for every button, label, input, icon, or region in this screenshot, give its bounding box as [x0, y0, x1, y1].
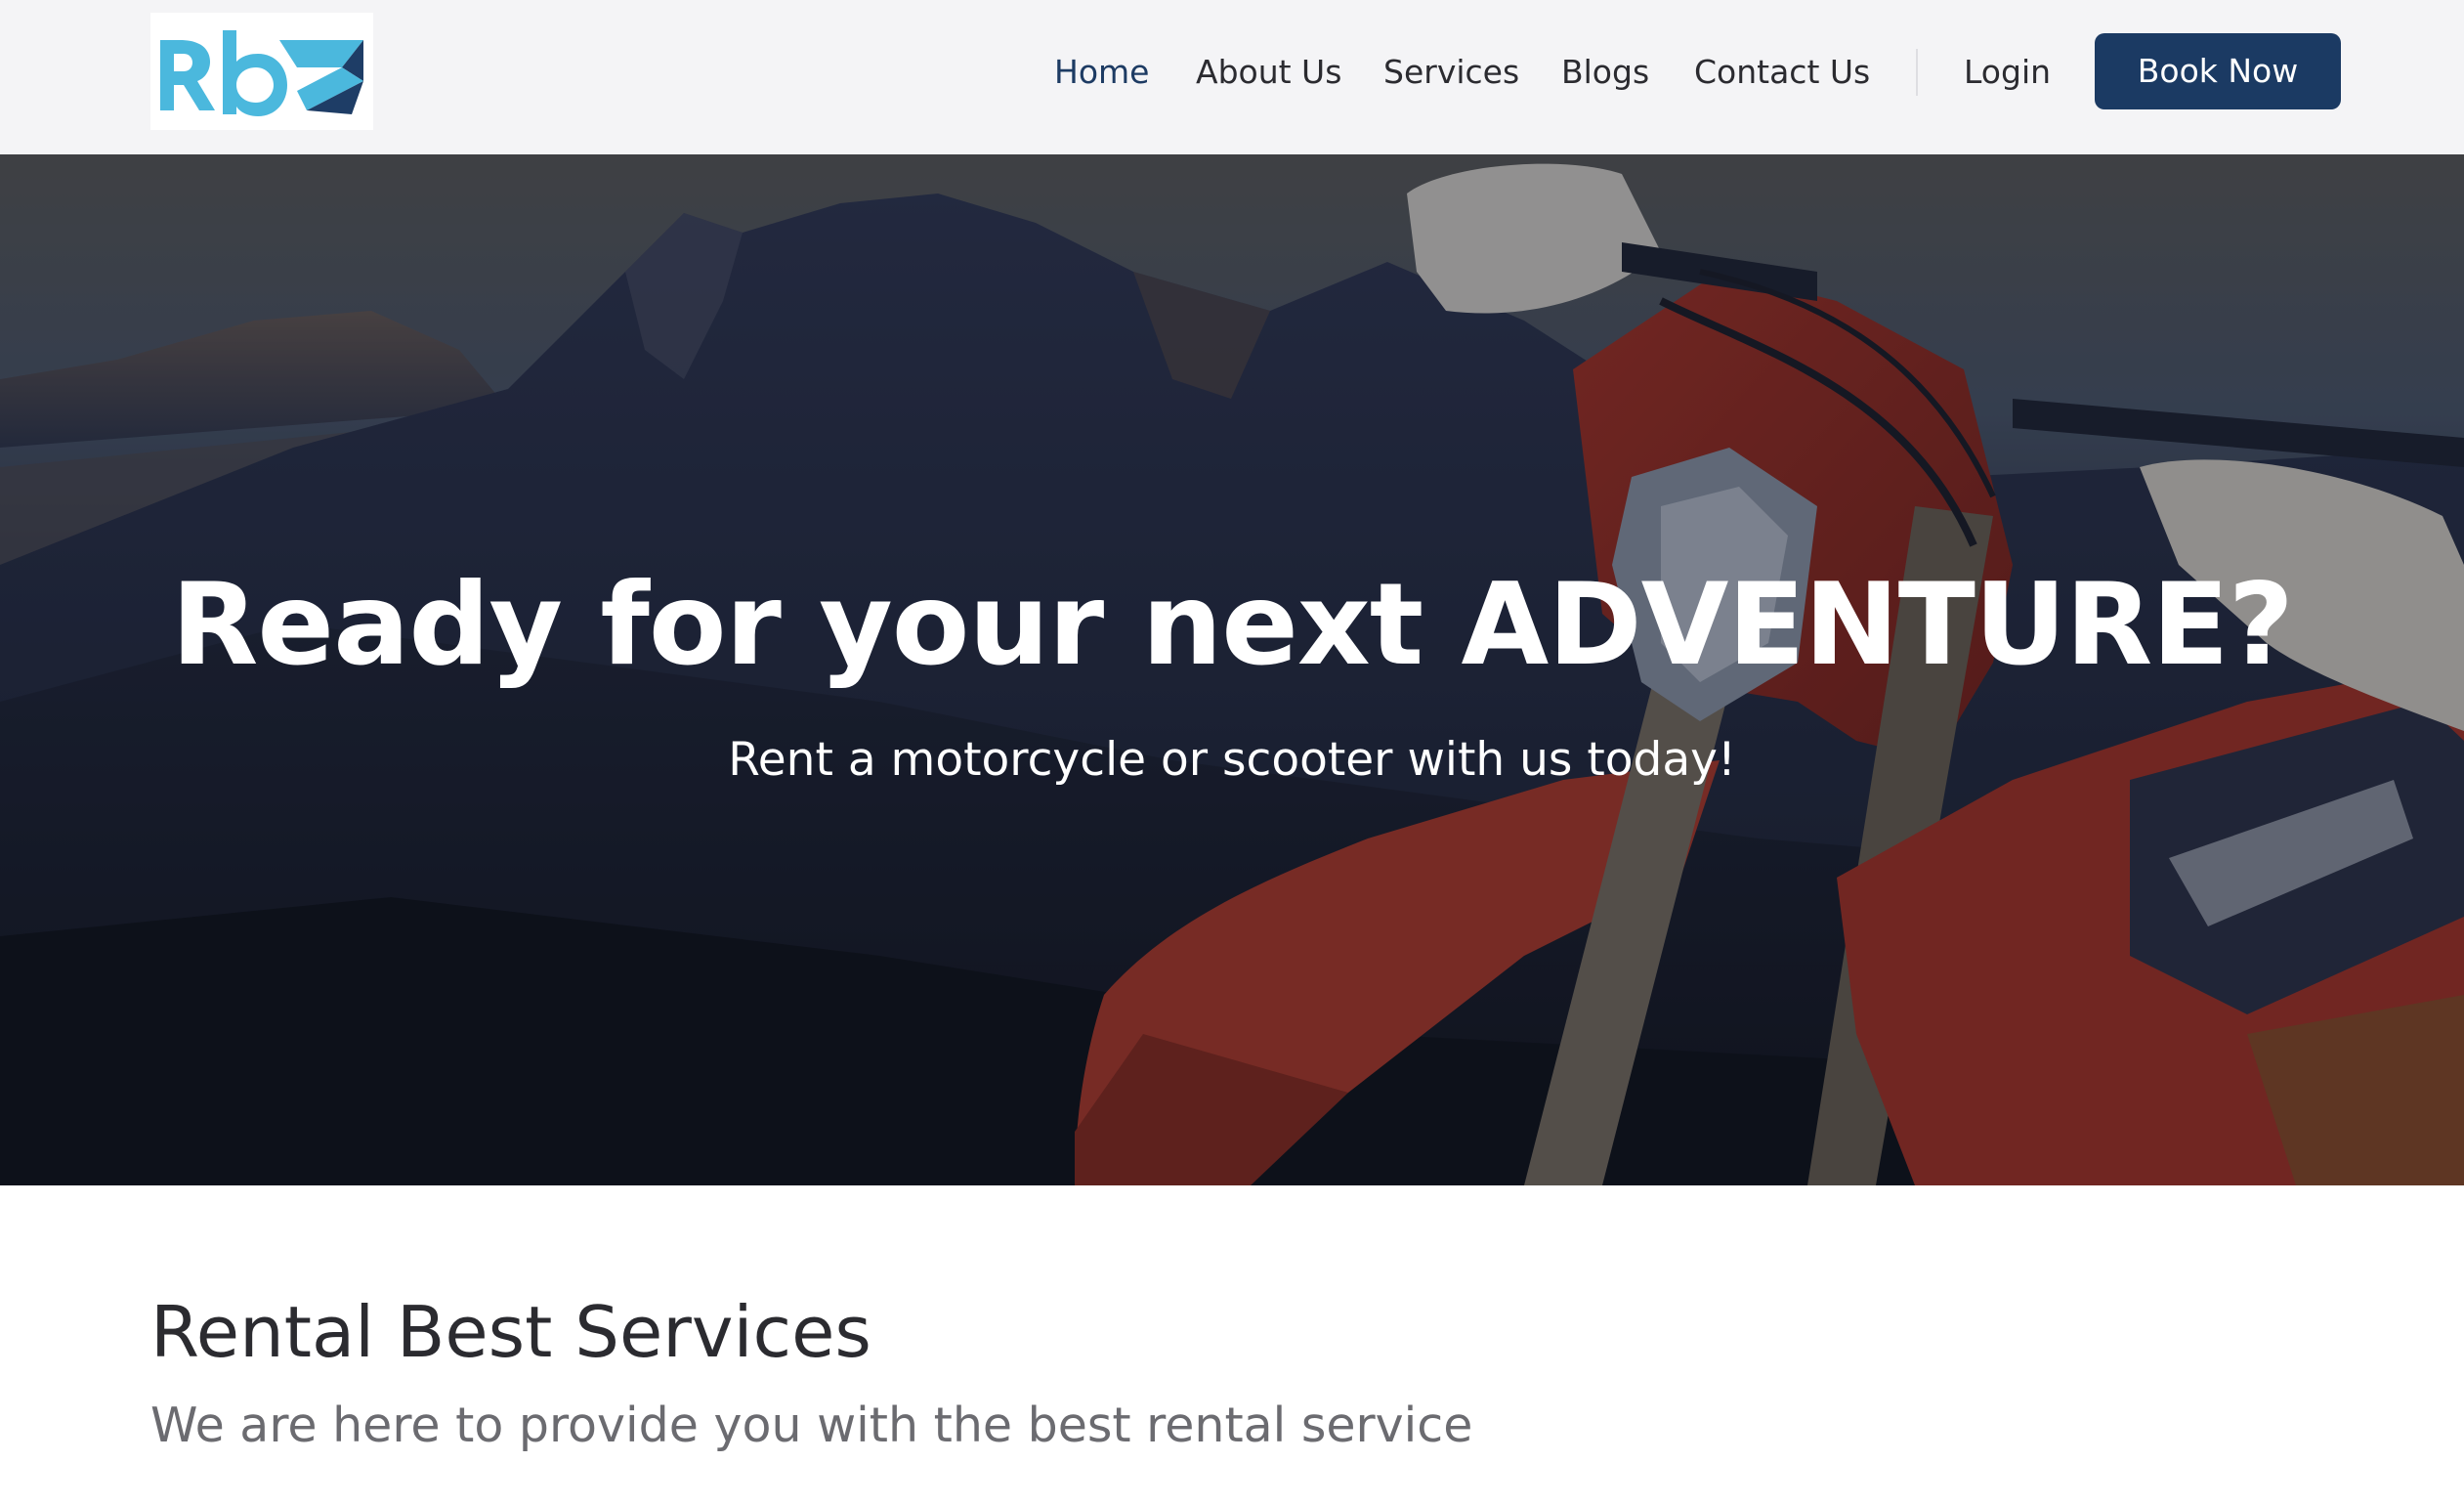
nav-services[interactable]: Services: [1383, 49, 1519, 96]
nav-contact-us[interactable]: Contact Us: [1694, 49, 1870, 96]
hero-subtitle: Rent a motorcycle or scooter with us tod…: [728, 733, 1736, 787]
nav-home[interactable]: Home: [1054, 49, 1149, 96]
services-subtitle: We are here to provide you with the best…: [150, 1398, 1473, 1453]
nav-blogs[interactable]: Blogs: [1561, 49, 1649, 96]
brand-logo[interactable]: [150, 13, 373, 130]
book-now-button[interactable]: Book Now: [2095, 33, 2341, 109]
nav-divider: [1916, 49, 1918, 96]
services-title: Rental Best Services: [150, 1291, 871, 1373]
hero-title: Ready for your next ADVENTURE?: [171, 559, 2294, 691]
hero-banner: Ready for your next ADVENTURE? Rent a mo…: [0, 154, 2464, 1185]
nav-about-us[interactable]: About Us: [1196, 49, 1341, 96]
site-header: Home About Us Services Blogs Contact Us …: [0, 0, 2464, 154]
login-link[interactable]: Login: [1964, 49, 2051, 96]
logo-icon: [160, 30, 363, 116]
